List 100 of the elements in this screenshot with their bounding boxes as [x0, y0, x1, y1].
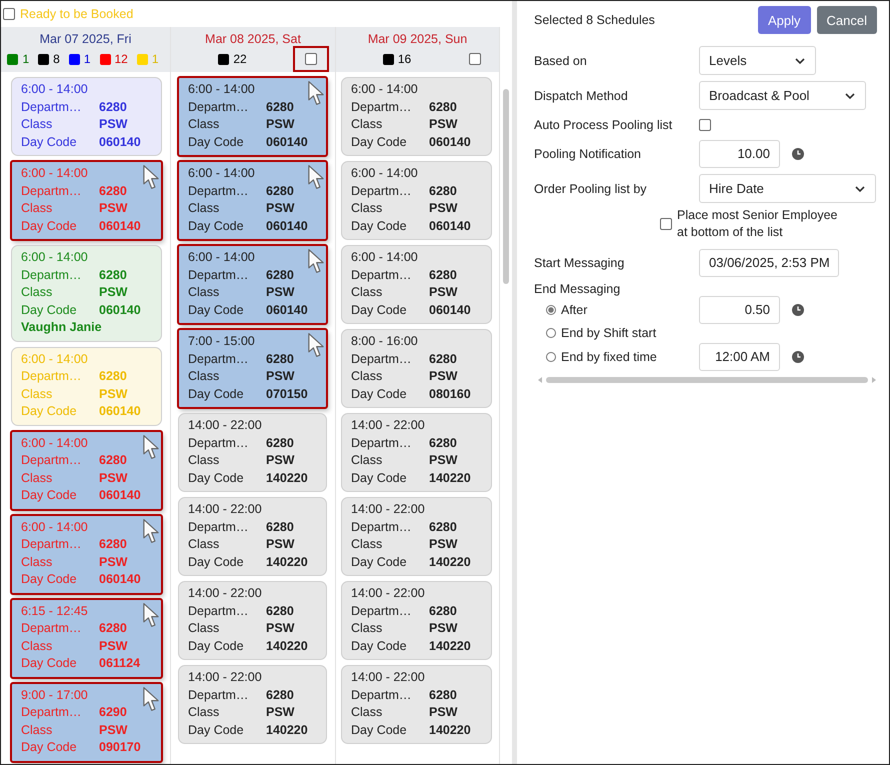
- field-label: Class: [351, 368, 384, 385]
- field-value: 060140: [266, 218, 309, 234]
- shift-card[interactable]: 14:00 - 22:00 Departm… 6280 Class PSW Day Code 140220: [341, 497, 492, 576]
- field-label: Day Code: [351, 302, 408, 319]
- shift-card[interactable]: 6:00 - 14:00 Departm… 6280 Class PSW Day Code 060140: [178, 245, 327, 324]
- shift-card[interactable]: 6:00 - 14:00 Departm… 6280 Class PSW Day Code 060140 Vaughn Janie: [11, 245, 162, 342]
- status-count: 22: [233, 52, 247, 66]
- shift-card[interactable]: 14:00 - 22:00 Departm… 6280 Class PSW Day Code 140220: [341, 413, 492, 492]
- field-label: Day Code: [351, 638, 408, 655]
- shift-time: 8:00 - 16:00: [351, 333, 419, 350]
- field-value: PSW: [266, 116, 296, 133]
- shift-card[interactable]: 6:00 - 14:00 Departm… 6280 Class PSW Day Code 060140: [341, 161, 492, 240]
- shift-card[interactable]: 6:00 - 14:00 Departm… 6280 Class PSW Day Code 060140: [178, 161, 327, 240]
- field-value: PSW: [99, 722, 128, 738]
- shift-card[interactable]: 14:00 - 22:00 Departm… 6280 Class PSW Day Code 140220: [341, 581, 492, 660]
- field-label: Departm…: [21, 452, 82, 469]
- field-value: PSW: [266, 620, 296, 637]
- field-value: PSW: [429, 368, 458, 385]
- field-value: PSW: [266, 200, 296, 217]
- field-value: 6280: [99, 536, 128, 553]
- field-value: 070150: [266, 386, 309, 402]
- radio-button[interactable]: [546, 352, 556, 362]
- field-label: Class: [21, 722, 54, 738]
- field-label: Departm…: [351, 686, 412, 704]
- shift-time: 14:00 - 22:00: [188, 669, 263, 686]
- field-label: Departm…: [21, 266, 82, 284]
- radio-button[interactable]: [546, 304, 556, 315]
- shift-card[interactable]: 8:00 - 16:00 Departm… 6280 Class PSW Day Code 080160: [341, 329, 492, 408]
- radio-button[interactable]: [546, 328, 556, 338]
- field-label: Class: [188, 200, 220, 217]
- checkbox[interactable]: [660, 218, 672, 230]
- shift-card[interactable]: 6:00 - 14:00 Departm… 6280 Class PSW Day Code 060140: [11, 77, 162, 156]
- field-value: 060140: [266, 302, 309, 318]
- input-field[interactable]: 12:00 AM: [699, 342, 780, 371]
- chevron-down-icon: [794, 56, 806, 64]
- input-field[interactable]: 0.50: [699, 296, 780, 324]
- field-label: Departm…: [188, 686, 250, 704]
- scrollbar[interactable]: [538, 374, 876, 384]
- field-value: 6280: [429, 602, 458, 620]
- cursor-icon: [308, 165, 324, 189]
- shift-card[interactable]: 7:00 - 15:00 Departm… 6280 Class PSW Day Code 070150: [178, 329, 327, 408]
- input-field[interactable]: 03/06/2025, 2:53 PM: [699, 248, 839, 276]
- field-value: 6280: [266, 182, 295, 200]
- field-label: Day Code: [351, 470, 408, 487]
- shift-card[interactable]: 14:00 - 22:00 Departm… 6280 Class PSW Day Code 140220: [341, 665, 492, 744]
- field-value: PSW: [266, 452, 296, 469]
- field-value: PSW: [429, 704, 458, 721]
- field-label: Class: [188, 620, 220, 637]
- apply-button[interactable]: Apply: [758, 6, 811, 34]
- status-count: 16: [398, 52, 412, 66]
- field-label: Day Code: [351, 134, 408, 151]
- section-label: End Messaging: [534, 281, 622, 298]
- checkbox-label: Place most Senior Employee at bottom of the list: [677, 207, 838, 241]
- field-label: Class: [188, 536, 220, 553]
- field-value: 6280: [429, 98, 458, 116]
- field-value: 6280: [429, 350, 458, 368]
- field-label: Class: [351, 536, 384, 553]
- select-all-checkbox[interactable]: [293, 46, 329, 72]
- field-value: 6280: [266, 350, 295, 368]
- select-field[interactable]: Hire Date: [699, 174, 876, 203]
- field-label: Day Code: [188, 638, 245, 655]
- shift-card[interactable]: 6:00 - 14:00 Departm… 6280 Class PSW Day Code 060140: [178, 77, 327, 156]
- shift-time: 6:00 - 14:00: [188, 81, 256, 98]
- field-label: Day Code: [188, 722, 245, 739]
- cursor-icon: [143, 686, 159, 710]
- field-value: 6280: [99, 368, 128, 385]
- field-value: PSW: [99, 116, 128, 133]
- field-value: 060140: [429, 302, 472, 318]
- shift-time: 6:00 - 14:00: [188, 249, 256, 266]
- cancel-button[interactable]: Cancel: [816, 6, 877, 34]
- field-label: Departm…: [351, 350, 412, 368]
- shift-card[interactable]: 6:00 - 14:00 Departm… 6280 Class PSW Day Code 060140: [341, 77, 492, 156]
- field-value: 6280: [429, 518, 458, 536]
- field-value: 140220: [429, 554, 472, 570]
- ready-checkbox[interactable]: [3, 8, 15, 20]
- field-label: Departm…: [351, 434, 412, 452]
- field-value: 060140: [429, 134, 472, 150]
- field-label: Departm…: [351, 182, 412, 200]
- field-value: 140220: [266, 722, 309, 738]
- checkbox[interactable]: [699, 118, 711, 130]
- field-label: Day Code: [188, 218, 245, 235]
- status-count: 1: [84, 52, 90, 66]
- shift-time: 14:00 - 22:00: [188, 585, 263, 602]
- field-value: 6280: [266, 602, 295, 620]
- shift-card[interactable]: 6:00 - 14:00 Departm… 6280 Class PSW Day Code 060140: [341, 245, 492, 324]
- field-label: Day Code: [351, 722, 408, 739]
- select-field[interactable]: Broadcast & Pool: [699, 81, 866, 110]
- field-value: 060140: [99, 134, 142, 150]
- input-field[interactable]: 10.00: [699, 140, 780, 168]
- field-value: PSW: [99, 470, 128, 486]
- field-value: 060140: [99, 403, 142, 420]
- field-label: Class: [351, 116, 384, 133]
- field-value: PSW: [429, 200, 458, 217]
- shift-card[interactable]: 14:00 - 22:00 Departm… 6280 Class PSW Day Code 140220: [178, 497, 327, 576]
- shift-card[interactable]: 14:00 - 22:00 Departm… 6280 Class PSW Day Code 140220: [178, 665, 327, 744]
- cursor-icon: [308, 81, 324, 105]
- shift-card[interactable]: 14:00 - 22:00 Departm… 6280 Class PSW Day Code 140220: [178, 413, 327, 492]
- field-label: Class: [188, 284, 220, 301]
- shift-card[interactable]: 14:00 - 22:00 Departm… 6280 Class PSW Day Code 140220: [178, 581, 327, 660]
- select-field[interactable]: Levels: [699, 46, 816, 75]
